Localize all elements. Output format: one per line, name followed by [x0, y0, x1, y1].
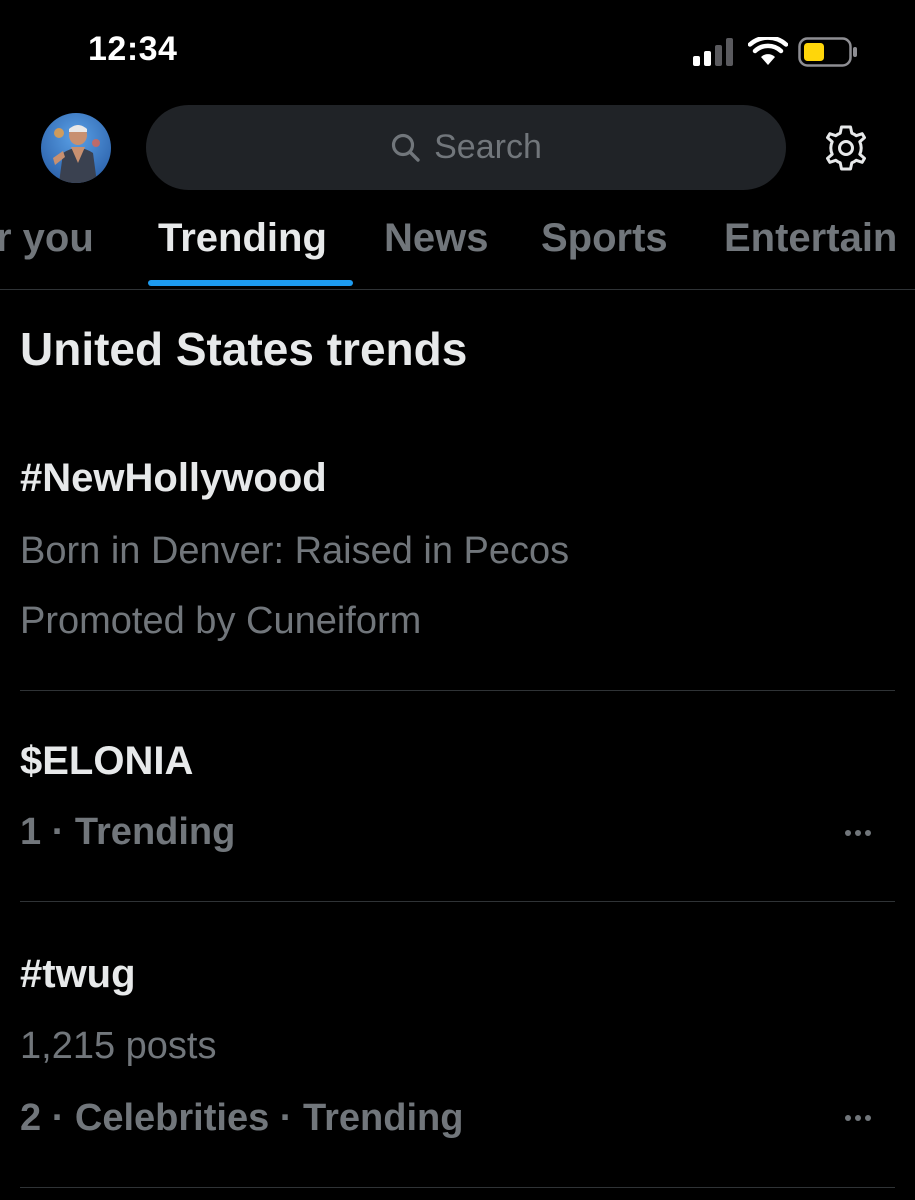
- trend-name: $ELONIA: [20, 739, 194, 783]
- search-icon: [392, 133, 420, 162]
- trend-item[interactable]: $ELONIA 1 · Trending: [0, 691, 915, 901]
- trend-description: Born in Denver: Raised in Pecos: [20, 530, 570, 572]
- tab-sports[interactable]: Sports: [541, 216, 668, 261]
- active-tab-indicator: [148, 280, 353, 286]
- trend-name: #twug: [20, 952, 136, 996]
- tab-bar: r you Trending News Sports Entertain: [0, 196, 915, 290]
- tab-entertainment[interactable]: Entertain: [724, 216, 897, 261]
- status-bar: 12:34: [0, 0, 915, 100]
- status-time: 12:34: [88, 30, 178, 68]
- section-title: United States trends: [20, 323, 468, 375]
- avatar[interactable]: [41, 113, 111, 183]
- tab-for-you[interactable]: r you: [0, 216, 94, 261]
- divider: [20, 1187, 895, 1188]
- wifi-icon: [748, 37, 788, 65]
- more-options-icon[interactable]: [838, 1108, 878, 1128]
- trend-meta: 2 · Celebrities · Trending: [20, 1097, 464, 1139]
- battery-icon: [798, 37, 857, 67]
- trend-item-promoted[interactable]: #NewHollywood Born in Denver: Raised in …: [0, 440, 915, 690]
- search-input[interactable]: Search: [146, 105, 786, 190]
- tab-trending[interactable]: Trending: [158, 216, 327, 261]
- more-options-icon[interactable]: [838, 823, 878, 843]
- trend-post-count: 1,215 posts: [20, 1025, 217, 1067]
- trend-name: #NewHollywood: [20, 456, 327, 500]
- tab-news[interactable]: News: [384, 216, 489, 261]
- trend-item[interactable]: #twug 1,215 posts 2 · Celebrities · Tren…: [0, 902, 915, 1187]
- promoted-label: Promoted by Cuneiform: [20, 600, 422, 642]
- signal-icon: [693, 38, 733, 66]
- settings-icon[interactable]: [822, 124, 870, 172]
- trend-meta: 1 · Trending: [20, 811, 236, 853]
- search-placeholder: Search: [434, 128, 542, 166]
